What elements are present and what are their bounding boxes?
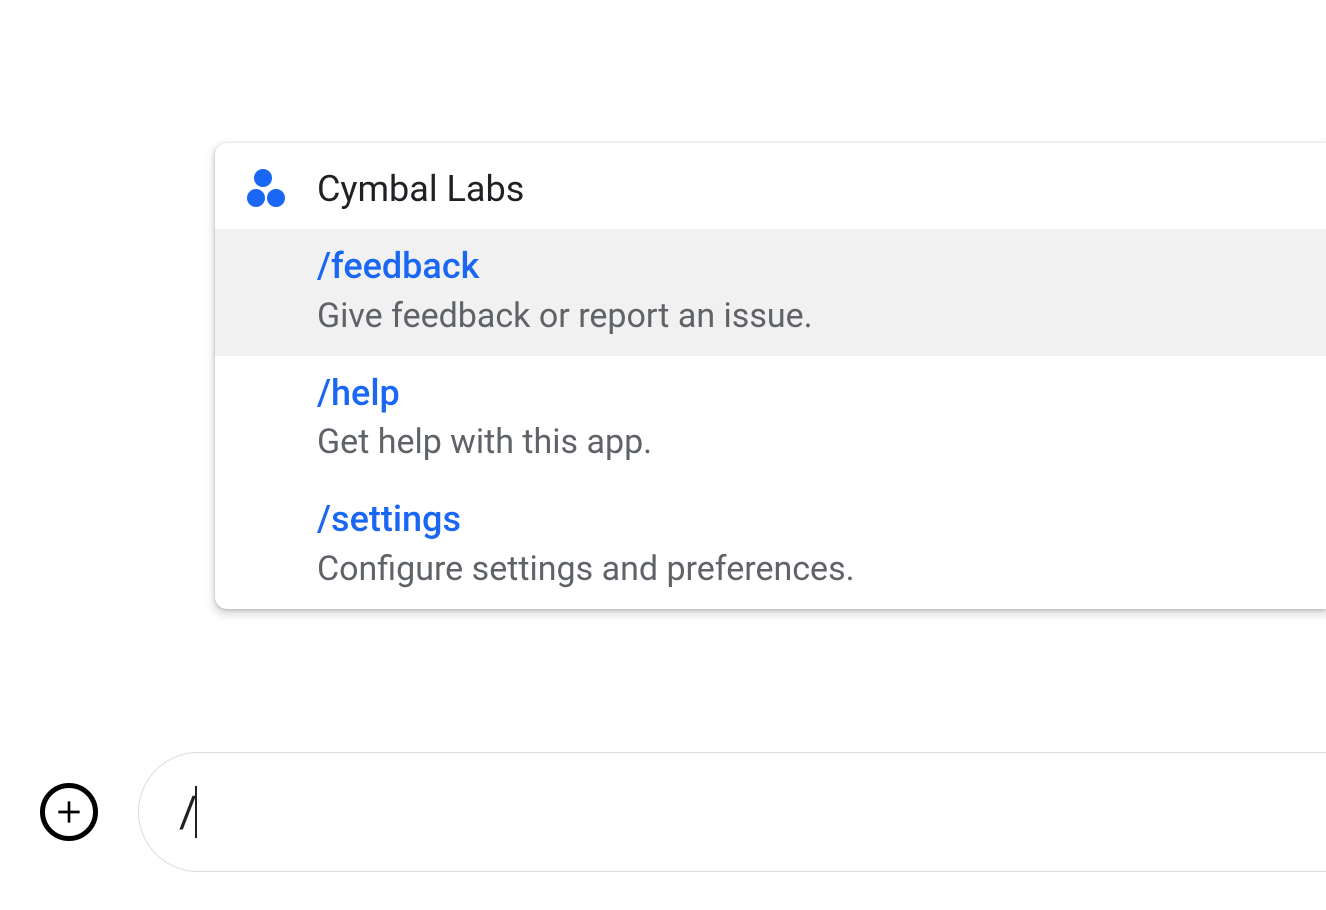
popup-header: Cymbal Labs <box>215 143 1326 229</box>
command-list: /feedback Give feedback or report an iss… <box>215 229 1326 609</box>
plus-icon <box>53 796 85 828</box>
add-button[interactable] <box>40 783 98 841</box>
command-name: /help <box>317 370 1296 417</box>
command-description: Get help with this app. <box>317 420 1296 466</box>
command-description: Configure settings and preferences. <box>317 547 1296 593</box>
command-item-help[interactable]: /help Get help with this app. <box>215 356 1326 483</box>
app-title: Cymbal Labs <box>317 168 524 210</box>
compose-input[interactable]: / <box>179 786 197 838</box>
command-item-settings[interactable]: /settings Configure settings and prefere… <box>215 482 1326 609</box>
cymbal-labs-icon <box>245 167 289 211</box>
slash-command-popup: Cymbal Labs /feedback Give feedback or r… <box>215 143 1326 609</box>
command-description: Give feedback or report an issue. <box>317 294 1296 340</box>
text-cursor <box>195 786 197 838</box>
command-name: /feedback <box>317 243 1296 290</box>
command-name: /settings <box>317 496 1296 543</box>
command-item-feedback[interactable]: /feedback Give feedback or report an iss… <box>215 229 1326 356</box>
compose-row: / <box>40 752 1326 872</box>
compose-input-container[interactable]: / <box>138 752 1326 872</box>
